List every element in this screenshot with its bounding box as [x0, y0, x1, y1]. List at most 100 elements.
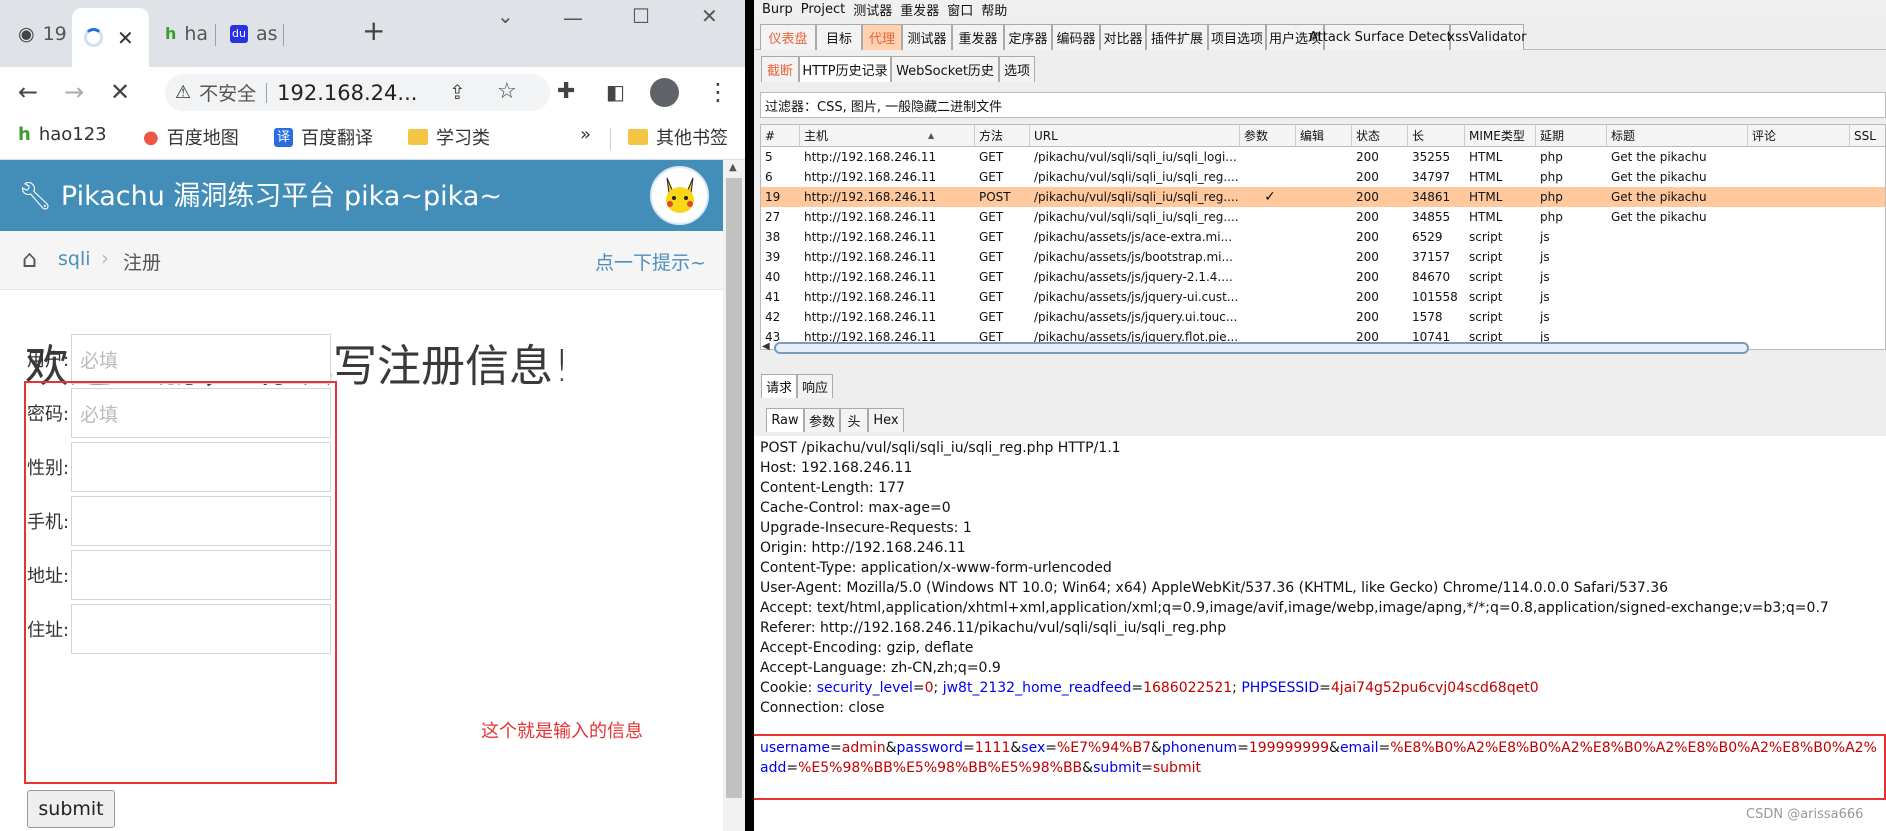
column-header-title[interactable]: 标题 — [1607, 125, 1748, 147]
submit-button[interactable]: submit — [27, 790, 115, 828]
chevron-down-icon[interactable]: ⌄ — [497, 4, 514, 28]
side-panel-icon[interactable]: ◧ — [606, 77, 625, 107]
browser-tab-3[interactable]: h ha — [153, 8, 213, 59]
browser-tab-2-active[interactable]: ✕ — [72, 8, 149, 67]
table-row[interactable]: 40 http://192.168.246.11 GET/pikachu/asset… — [761, 267, 1885, 287]
stop-loading-icon[interactable]: ✕ — [110, 77, 130, 107]
menu-item-5[interactable]: 帮助 — [981, 0, 1007, 19]
filter-bar[interactable]: 过滤器：CSS, 图片, 一般隐藏二进制文件 — [760, 92, 1886, 118]
scroll-left-icon[interactable]: ◀ — [762, 341, 770, 352]
view-tab-3[interactable]: Hex — [868, 408, 904, 432]
bookmark-folder-study[interactable]: 学习类 — [408, 124, 490, 150]
star-icon[interactable]: ☆ — [497, 77, 517, 107]
column-header-method[interactable]: 方法 — [975, 125, 1030, 147]
request-response-tab-1[interactable]: 响应 — [797, 374, 833, 398]
forward-icon[interactable]: → — [64, 77, 84, 107]
equals: = — [1319, 680, 1331, 696]
request-response-tab-0[interactable]: 请求 — [761, 374, 797, 398]
table-row[interactable]: 38 http://192.168.246.11 GET/pikachu/asset… — [761, 227, 1885, 247]
maximize-icon[interactable]: ☐ — [632, 4, 650, 28]
scroll-up-icon[interactable]: ▲ — [729, 162, 737, 173]
back-icon[interactable]: ← — [18, 77, 38, 107]
column-header-status[interactable]: 状态 — [1352, 125, 1408, 147]
hint-link[interactable]: 点一下提示~ — [595, 248, 706, 275]
home-icon[interactable]: ⌂ — [22, 245, 37, 273]
main-tab-6[interactable]: 编码器 — [1052, 24, 1100, 50]
table-row[interactable]: 5 http://192.168.246.11 GET/pikachu/vul/sq… — [761, 147, 1885, 167]
main-tab-5[interactable]: 定序器 — [1004, 24, 1052, 50]
column-header-id[interactable]: # — [761, 125, 800, 147]
bookmark-label: 百度翻译 — [301, 128, 373, 149]
proxy-sub-tab-3[interactable]: 选项 — [999, 56, 1035, 82]
sort-ascending-icon[interactable]: ▲ — [928, 131, 934, 140]
site-title[interactable]: 🔧︎ Pikachu 漏洞练习平台 pika~pika~ — [18, 174, 502, 213]
cell-url: /pikachu/vul/sqli/sqli_iu/sqli_reg.... — [1034, 170, 1239, 184]
history-horizontal-scrollbar[interactable]: ◀ — [762, 341, 1749, 354]
cell-url: /pikachu/assets/js/ace-extra.mi... — [1034, 230, 1233, 244]
table-row[interactable]: 39 http://192.168.246.11 GET/pikachu/asset… — [761, 247, 1885, 267]
view-tab-2[interactable]: 头 — [840, 408, 868, 432]
cell-title: Get the pikachu — [1611, 150, 1707, 164]
new-tab-button[interactable]: + — [362, 14, 385, 47]
main-tab-2[interactable]: 代理 — [862, 24, 902, 50]
table-row[interactable]: 27 http://192.168.246.11 GET/pikachu/vul/s… — [761, 207, 1885, 227]
scrollbar-thumb[interactable] — [726, 178, 742, 798]
menu-item-3[interactable]: 重发器 — [900, 0, 939, 19]
column-header-ext[interactable]: 延期 — [1536, 125, 1607, 147]
menu-item-4[interactable]: 窗口 — [947, 0, 973, 19]
close-tab-icon[interactable]: ✕ — [117, 26, 134, 50]
page-scrollbar[interactable]: ▲ — [723, 160, 745, 831]
column-header-mime[interactable]: MIME类型 — [1465, 125, 1536, 147]
breadcrumb-sqli-link[interactable]: sqli — [58, 248, 91, 270]
column-header-url[interactable]: URL — [1030, 125, 1240, 147]
column-header-length[interactable]: 长 — [1408, 125, 1465, 147]
bookmark-baidu-map[interactable]: ● 百度地图 — [143, 124, 239, 150]
window-divider — [745, 0, 754, 831]
menu-item-0[interactable]: Burp — [762, 2, 793, 17]
username-input[interactable]: 必填 — [71, 334, 331, 384]
browser-tab-1[interactable]: ◉ 19 — [6, 8, 66, 59]
cell-ext: js — [1540, 230, 1550, 244]
column-header-host[interactable]: 主机 ▲ — [800, 125, 975, 147]
table-row[interactable]: 6 http://192.168.246.11 GET/pikachu/vul/sq… — [761, 167, 1885, 187]
table-row[interactable]: 42 http://192.168.246.11 GET/pikachu/asset… — [761, 307, 1885, 327]
main-tab-3[interactable]: 测试器 — [902, 24, 952, 50]
proxy-sub-tab-2[interactable]: WebSocket历史 — [891, 56, 999, 82]
column-header-comment[interactable]: 评论 — [1748, 125, 1850, 147]
main-tab-4[interactable]: 重发器 — [952, 24, 1004, 50]
table-row[interactable]: 19 http://192.168.246.11 POST/pikachu/vul/… — [761, 187, 1885, 207]
menu-item-1[interactable]: Project — [801, 2, 845, 17]
proxy-sub-tab-0[interactable]: 截断 — [761, 56, 799, 82]
cell-method: GET — [979, 210, 1004, 224]
menu-item-2[interactable]: 测试器 — [853, 0, 892, 19]
main-tab-7[interactable]: 对比器 — [1100, 24, 1146, 50]
other-bookmarks[interactable]: 其他书签 — [628, 124, 728, 150]
proxy-sub-tab-1[interactable]: HTTP历史记录 — [799, 56, 891, 82]
browser-tab-4[interactable]: du as — [218, 8, 280, 59]
main-tab-12[interactable]: xssValidator — [1448, 24, 1526, 50]
column-header-edit[interactable]: 编辑 — [1296, 125, 1352, 147]
more-menu-icon[interactable]: ⋮ — [706, 77, 730, 107]
url-text[interactable]: 192.168.24... — [277, 81, 417, 105]
bookmark-baidu-translate[interactable]: 译 百度翻译 — [274, 124, 373, 150]
cell-id: 19 — [765, 190, 781, 204]
main-tab-0[interactable]: 仪表盘 — [760, 24, 816, 50]
minimize-icon[interactable]: — — [563, 6, 583, 30]
main-tab-8[interactable]: 插件扩展 — [1146, 24, 1208, 50]
column-header-params[interactable]: 参数 — [1240, 125, 1296, 147]
table-row[interactable]: 41 http://192.168.246.11 GET/pikachu/asset… — [761, 287, 1885, 307]
bookmark-hao123[interactable]: h hao123 — [18, 124, 107, 145]
extensions-icon[interactable]: ✚ — [557, 77, 575, 107]
close-window-icon[interactable]: ✕ — [701, 4, 718, 28]
view-tab-1[interactable]: 参数 — [804, 408, 840, 432]
view-tab-0[interactable]: Raw — [766, 408, 804, 432]
bookmarks-overflow-button[interactable]: » — [580, 124, 591, 145]
main-tab-1[interactable]: 目标 — [816, 24, 862, 50]
main-tab-9[interactable]: 项目选项 — [1208, 24, 1266, 50]
column-header-ssl[interactable]: SSL — [1850, 125, 1885, 147]
share-icon[interactable]: ⇪ — [449, 77, 466, 107]
profile-avatar[interactable] — [650, 78, 679, 107]
main-tab-11[interactable]: Attack Surface Detector — [1309, 24, 1465, 50]
address-bar[interactable]: ⚠ 不安全 192.168.24... — [165, 74, 550, 111]
breadcrumb-current: 注册 — [123, 252, 162, 274]
